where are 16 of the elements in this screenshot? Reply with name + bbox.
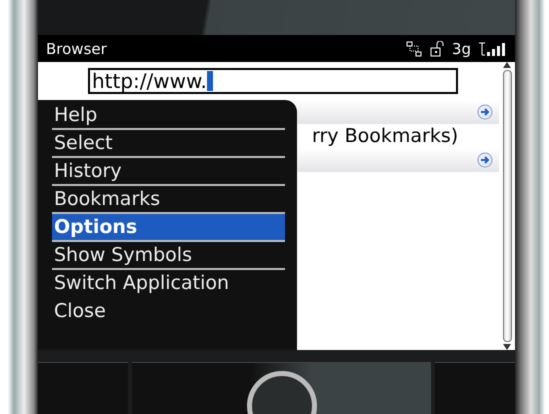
bookmark-text[interactable]: rry Bookmarks) [312, 125, 458, 147]
menu-item[interactable]: Help [52, 102, 285, 130]
arrow-circle-icon [477, 104, 493, 120]
menu-item[interactable]: Switch Application [52, 270, 285, 298]
network-type: 3g [452, 40, 471, 58]
unlocked-lock-icon [430, 40, 444, 56]
menu-item[interactable]: Select [52, 130, 285, 158]
menu-item[interactable]: Show Symbols [52, 242, 285, 270]
signal-icon [479, 42, 505, 56]
network-icon [406, 40, 422, 56]
arrow-circle-icon [477, 152, 493, 168]
menu-item[interactable]: Close [52, 298, 285, 326]
address-field[interactable]: http://www. [88, 68, 458, 94]
menu-item[interactable]: Options [52, 214, 285, 242]
menu-item[interactable]: History [52, 158, 285, 186]
app-title: Browser [46, 40, 108, 58]
